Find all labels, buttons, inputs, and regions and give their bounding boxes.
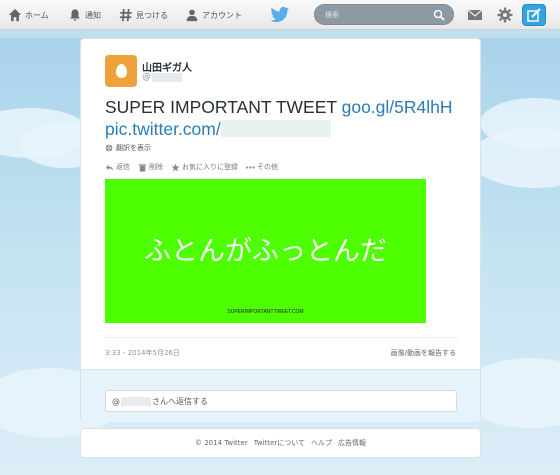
tweet-actions: 返信 削除 お気に入りに登録 その他	[105, 161, 286, 173]
egg-avatar-icon	[115, 64, 127, 78]
user-handle[interactable]: @	[142, 72, 182, 82]
reply-prefix: @	[112, 396, 120, 406]
top-bar: ホーム 通知 見つける アカウント 検索	[0, 0, 560, 30]
hashtag-icon	[119, 8, 132, 22]
report-media-link[interactable]: 画像/動画を報告する	[391, 348, 456, 358]
reply-placeholder: さんへ返信する	[152, 396, 208, 406]
redacted-handle	[152, 72, 182, 82]
more-icon	[246, 165, 255, 169]
nav-discover-label: 見つける	[136, 10, 168, 20]
delete-label: 削除	[149, 163, 163, 171]
search-input[interactable]: 検索	[314, 4, 454, 25]
footer-link-ads[interactable]: 広告情報	[338, 438, 366, 448]
handle-prefix: @	[142, 72, 151, 82]
twitter-bird-icon[interactable]	[270, 6, 290, 24]
translate-label: 翻訳を表示	[116, 144, 151, 152]
nav-notifications-label: 通知	[85, 10, 101, 20]
tweet-body: SUPER IMPORTANT TWEET	[105, 97, 342, 117]
compose-icon	[527, 8, 541, 22]
nav-home-label: ホーム	[25, 10, 49, 20]
bell-icon	[70, 9, 80, 21]
reply-label: 返信	[116, 163, 130, 171]
person-icon	[186, 9, 198, 22]
tweet-text: SUPER IMPORTANT TWEET goo.gl/5R4lhH pic.…	[105, 96, 465, 140]
redacted-link	[220, 120, 331, 137]
nav-discover[interactable]: 見つける	[119, 7, 168, 23]
tweet-timestamp[interactable]: 3:33 - 2014年5月26日	[105, 348, 180, 358]
short-link[interactable]: goo.gl/5R4lhH	[342, 97, 453, 117]
nav-account-label: アカウント	[202, 10, 242, 20]
compose-tweet-button[interactable]	[522, 4, 546, 26]
footer: © 2014 Twitter Twitterについて ヘルプ 広告情報	[80, 428, 481, 458]
nav-account[interactable]: アカウント	[185, 7, 242, 23]
more-label: その他	[257, 163, 278, 171]
tweet-media-image[interactable]: ふとんがふっとんだ SUPERIMPORTANTTWEET.COM	[105, 179, 426, 323]
reply-input[interactable]: @ さんへ返信する	[105, 390, 457, 412]
home-icon	[8, 8, 22, 22]
more-button[interactable]: その他	[246, 162, 278, 172]
footer-link-help[interactable]: ヘルプ	[311, 438, 332, 448]
messages-icon[interactable]	[467, 7, 483, 23]
nav-notifications[interactable]: 通知	[68, 7, 101, 23]
tweet-card: 山田ギガ人 @ SUPER IMPORTANT TWEET goo.gl/5R4…	[80, 38, 481, 422]
search-icon[interactable]	[433, 9, 445, 21]
favorite-button[interactable]: お気に入りに登録	[171, 162, 238, 172]
settings-gear-icon[interactable]	[497, 7, 513, 23]
footer-copyright: © 2014 Twitter	[195, 439, 248, 447]
reply-area: @ さんへ返信する	[81, 369, 480, 422]
globe-icon	[105, 144, 113, 152]
redacted-reply-handle	[121, 396, 151, 406]
media-caption: SUPERIMPORTANTTWEET.COM	[227, 309, 304, 315]
translate-link[interactable]: 翻訳を表示	[105, 143, 151, 153]
avatar[interactable]	[105, 55, 137, 87]
favorite-label: お気に入りに登録	[182, 163, 238, 171]
delete-button[interactable]: 削除	[138, 162, 163, 172]
divider	[105, 337, 458, 338]
reply-icon	[105, 164, 114, 171]
star-icon	[171, 162, 180, 171]
trash-icon	[138, 163, 147, 172]
search-placeholder: 検索	[325, 11, 339, 19]
footer-link-about[interactable]: Twitterについて	[254, 438, 305, 448]
pic-link[interactable]: pic.twitter.com/	[105, 119, 221, 139]
media-main-text: ふとんがふっとんだ	[144, 236, 387, 267]
reply-button[interactable]: 返信	[105, 162, 130, 172]
nav-home[interactable]: ホーム	[8, 7, 49, 23]
